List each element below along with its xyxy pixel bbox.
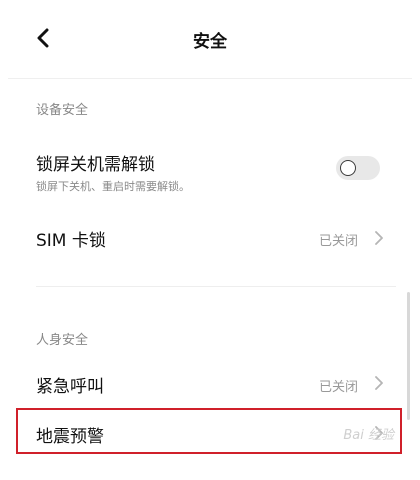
section-header-personal-safety: 人身安全 [36, 333, 89, 348]
emergency-call-status: 已关闭 [318, 380, 358, 395]
section-header-device-security: 设备安全 [36, 103, 89, 118]
toggle-knob [340, 160, 356, 176]
sim-lock-title: SIM 卡锁 [36, 231, 106, 251]
sim-lock-status: 已关闭 [318, 234, 358, 249]
top-bar: 安全 [8, 0, 412, 78]
settings-screen: 安全 设备安全 锁屏关机需解锁 锁屏下关机、重启时需要解锁。 SIM 卡锁 已关… [8, 0, 412, 480]
scrollbar[interactable] [407, 292, 410, 420]
earthquake-warning-title: 地震预警 [36, 427, 104, 447]
emergency-call-row[interactable]: 紧急呼叫 已关闭 [8, 358, 412, 406]
sim-lock-row[interactable]: SIM 卡锁 已关闭 [8, 212, 412, 262]
emergency-call-title: 紧急呼叫 [36, 377, 104, 397]
lock-screen-shutdown-subtitle: 锁屏下关机、重启时需要解锁。 [36, 180, 190, 193]
lock-screen-shutdown-toggle[interactable] [336, 156, 380, 180]
section-divider [36, 286, 396, 287]
lock-screen-shutdown-title: 锁屏关机需解锁 [36, 155, 155, 175]
page-title: 安全 [193, 32, 227, 52]
header-divider [8, 78, 412, 79]
chevron-right-icon [375, 231, 383, 245]
chevron-right-icon [375, 376, 383, 390]
watermark: Bai 经验 [343, 428, 394, 443]
